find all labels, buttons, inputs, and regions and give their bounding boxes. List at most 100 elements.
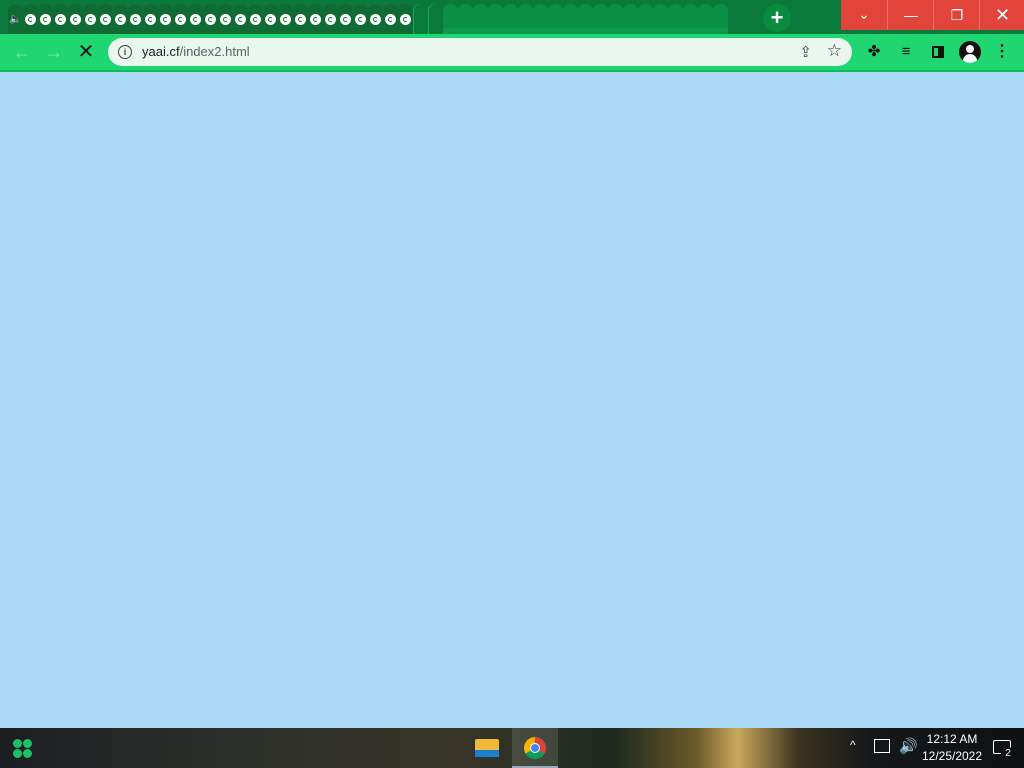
browser-tab[interactable] bbox=[293, 4, 308, 34]
start-button[interactable] bbox=[0, 728, 46, 768]
browser-tab[interactable] bbox=[53, 4, 68, 34]
audio-playing-tab[interactable]: 🔈 bbox=[8, 4, 23, 34]
chrome-taskbar-icon[interactable] bbox=[512, 728, 558, 768]
browser-tab[interactable] bbox=[158, 4, 173, 34]
media-controls-icon[interactable]: ≡ bbox=[894, 40, 918, 64]
browser-tab[interactable] bbox=[83, 4, 98, 34]
tab-favicon-icon bbox=[145, 13, 156, 25]
browser-tab[interactable] bbox=[413, 4, 428, 34]
browser-tab[interactable] bbox=[188, 4, 203, 34]
browser-tab[interactable] bbox=[698, 4, 713, 34]
stop-loading-button[interactable]: ✕ bbox=[72, 38, 100, 66]
start-logo-leaf bbox=[13, 739, 22, 748]
browser-tab[interactable] bbox=[593, 4, 608, 34]
browser-tab[interactable] bbox=[143, 4, 158, 34]
page-content[interactable] bbox=[0, 72, 1024, 728]
browser-tab[interactable] bbox=[173, 4, 188, 34]
browser-tab[interactable] bbox=[68, 4, 83, 34]
browser-tab[interactable] bbox=[638, 4, 653, 34]
tab-favicon-icon bbox=[115, 13, 126, 25]
tab-favicon-icon bbox=[400, 13, 411, 25]
tab-favicon-icon bbox=[370, 13, 381, 25]
address-bar[interactable]: i yaai.cf/index2.html ⇪ ☆ bbox=[108, 38, 852, 66]
tab-favicon-icon bbox=[70, 13, 81, 25]
browser-tab[interactable] bbox=[503, 4, 518, 34]
tab-favicon-icon bbox=[250, 13, 261, 25]
side-panel-icon[interactable] bbox=[926, 40, 950, 64]
browser-tab[interactable] bbox=[98, 4, 113, 34]
minimize-button[interactable]: — bbox=[887, 0, 934, 30]
browser-tab[interactable] bbox=[428, 4, 443, 34]
browser-tab[interactable] bbox=[308, 4, 323, 34]
browser-tab[interactable] bbox=[713, 4, 728, 34]
start-logo-leaf bbox=[23, 749, 32, 758]
volume-icon[interactable]: 🔊 bbox=[899, 737, 918, 755]
browser-tab[interactable] bbox=[233, 4, 248, 34]
browser-tab[interactable] bbox=[563, 4, 578, 34]
browser-tab[interactable] bbox=[278, 4, 293, 34]
browser-tab[interactable] bbox=[398, 4, 413, 34]
browser-tab[interactable] bbox=[653, 4, 668, 34]
browser-menu-icon[interactable]: ⋮ bbox=[990, 40, 1014, 64]
back-button[interactable]: ← bbox=[8, 38, 36, 66]
browser-tab[interactable] bbox=[458, 4, 473, 34]
profile-avatar-icon[interactable] bbox=[959, 41, 981, 63]
new-tab-button[interactable]: + bbox=[763, 4, 791, 32]
browser-tab[interactable] bbox=[23, 4, 38, 34]
close-window-button[interactable]: ✕ bbox=[979, 0, 1024, 30]
browser-tab[interactable] bbox=[533, 4, 548, 34]
browser-tab[interactable] bbox=[338, 4, 353, 34]
bookmark-star-icon[interactable]: ☆ bbox=[827, 41, 842, 61]
forward-button[interactable]: → bbox=[40, 38, 68, 66]
tab-favicon-icon bbox=[205, 13, 216, 25]
restore-button[interactable]: ❐ bbox=[933, 0, 980, 30]
browser-tab[interactable] bbox=[683, 4, 698, 34]
tab-favicon-icon bbox=[295, 13, 306, 25]
url-host: yaai.cf bbox=[142, 44, 180, 59]
browser-tab[interactable] bbox=[128, 4, 143, 34]
browser-tab[interactable] bbox=[113, 4, 128, 34]
tab-row: 🔈 bbox=[8, 2, 728, 34]
tab-favicon-icon bbox=[355, 13, 366, 25]
browser-tab[interactable] bbox=[38, 4, 53, 34]
network-icon[interactable] bbox=[874, 739, 890, 753]
extensions-icon[interactable]: ✤ bbox=[862, 40, 886, 64]
tab-favicon-icon bbox=[265, 13, 276, 25]
url-text[interactable]: yaai.cf/index2.html bbox=[142, 44, 250, 59]
clock-time[interactable]: 12:12 AM bbox=[922, 732, 982, 746]
browser-tab[interactable] bbox=[248, 4, 263, 34]
browser-tab[interactable] bbox=[668, 4, 683, 34]
tab-search-button[interactable]: ⌄ bbox=[841, 0, 887, 30]
site-info-icon[interactable]: i bbox=[118, 45, 132, 59]
browser-tab[interactable] bbox=[578, 4, 593, 34]
tab-favicon-icon bbox=[85, 13, 96, 25]
notification-count-badge: 2 bbox=[1001, 747, 1015, 761]
browser-tab[interactable] bbox=[623, 4, 638, 34]
clock-date[interactable]: 12/25/2022 bbox=[918, 749, 986, 763]
tab-favicon-icon bbox=[325, 13, 336, 25]
url-path: /index2.html bbox=[179, 44, 250, 59]
tab-favicon-icon bbox=[280, 13, 291, 25]
browser-tab[interactable] bbox=[353, 4, 368, 34]
browser-tab[interactable] bbox=[263, 4, 278, 34]
tab-favicon-icon bbox=[100, 13, 111, 25]
browser-tab[interactable] bbox=[218, 4, 233, 34]
tab-favicon-icon bbox=[190, 13, 201, 25]
browser-tab[interactable] bbox=[203, 4, 218, 34]
share-icon[interactable]: ⇪ bbox=[799, 43, 812, 61]
browser-tab[interactable] bbox=[383, 4, 398, 34]
file-explorer-taskbar-icon[interactable] bbox=[464, 728, 510, 768]
browser-tab[interactable] bbox=[518, 4, 533, 34]
browser-tab[interactable] bbox=[548, 4, 563, 34]
tab-favicon-icon bbox=[40, 13, 51, 25]
chrome-logo-icon bbox=[524, 737, 546, 759]
tab-favicon-icon bbox=[220, 13, 231, 25]
show-hidden-icons-button[interactable]: ^ bbox=[850, 738, 856, 752]
browser-tab[interactable] bbox=[368, 4, 383, 34]
browser-tab[interactable] bbox=[608, 4, 623, 34]
browser-tab[interactable] bbox=[323, 4, 338, 34]
browser-tab[interactable] bbox=[473, 4, 488, 34]
browser-tab[interactable] bbox=[443, 4, 458, 34]
tab-favicon-icon bbox=[340, 13, 351, 25]
browser-tab[interactable] bbox=[488, 4, 503, 34]
